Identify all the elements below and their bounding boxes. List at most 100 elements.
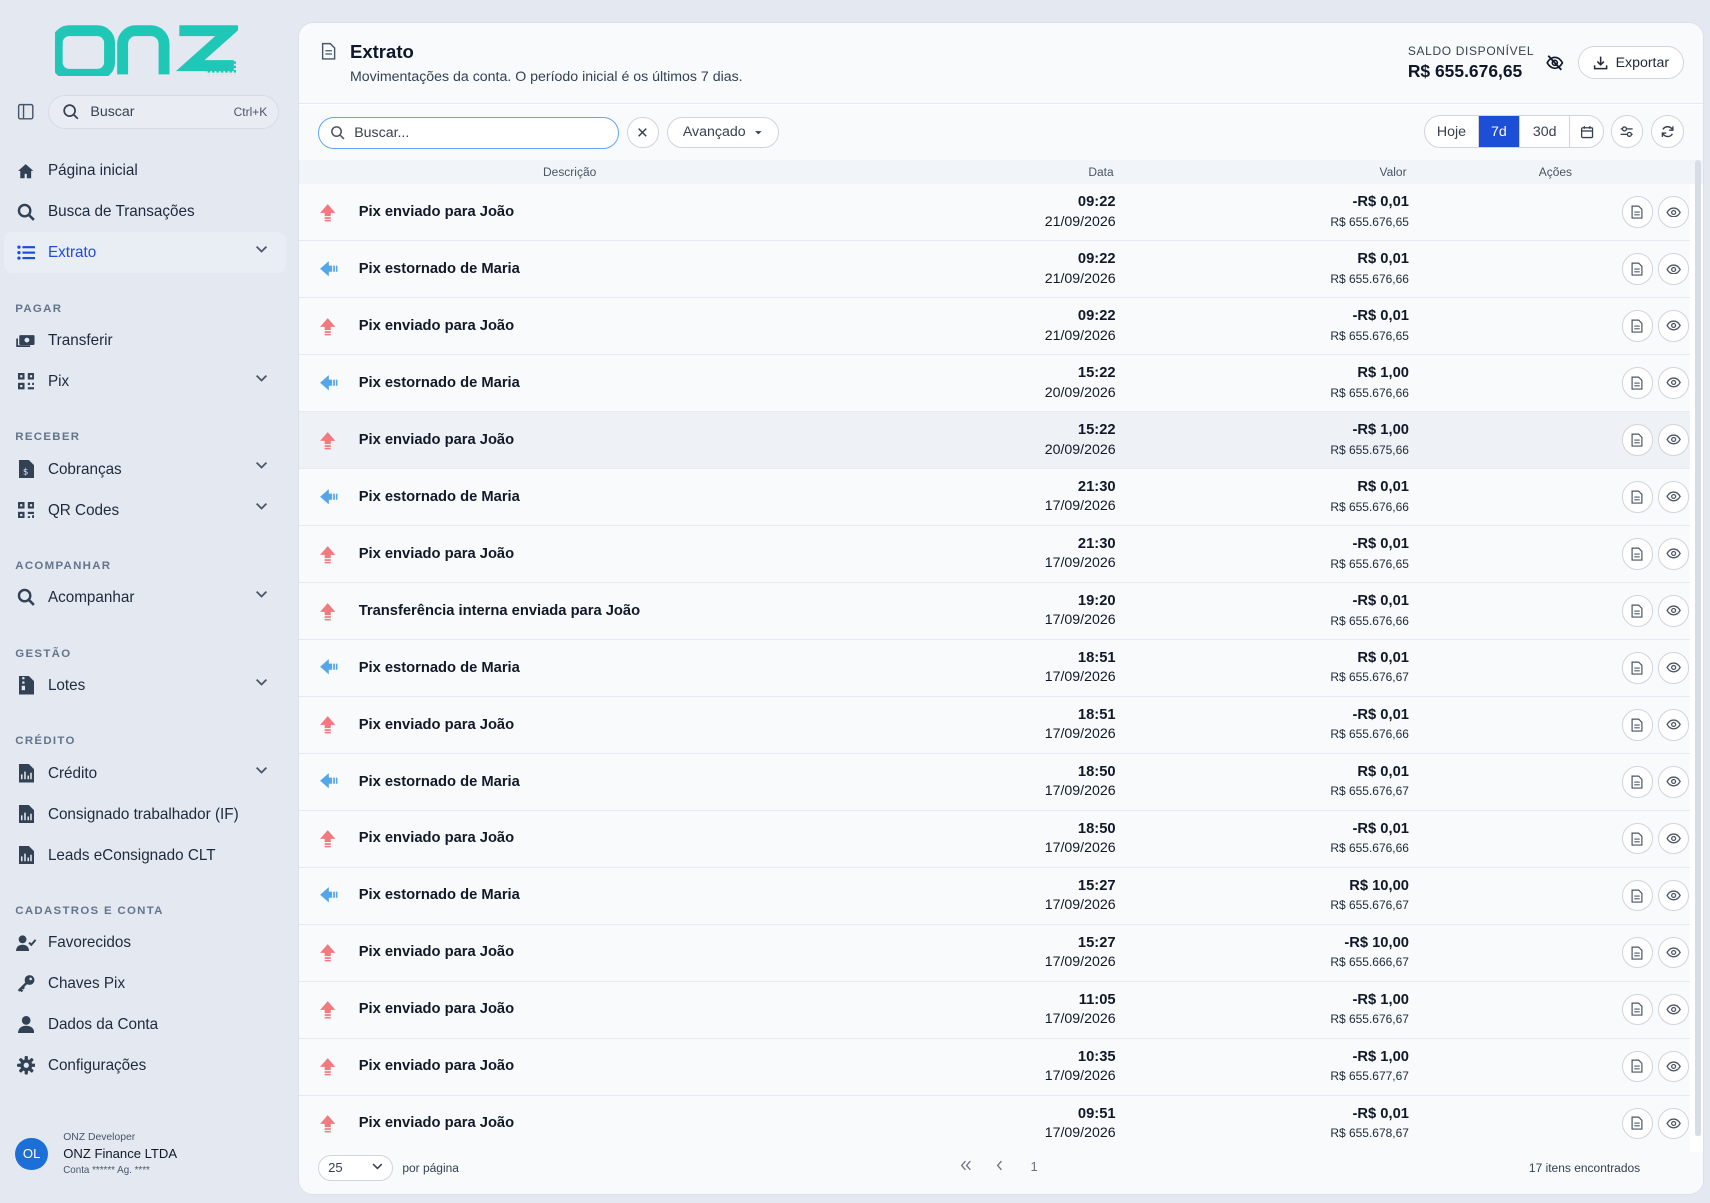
receipt-icon[interactable]: [1621, 1107, 1654, 1140]
period-7d[interactable]: 7d: [1478, 116, 1521, 148]
clear-search-button[interactable]: [626, 116, 659, 149]
receipt-icon[interactable]: [1621, 253, 1654, 285]
view-icon[interactable]: [1657, 822, 1690, 855]
view-icon[interactable]: [1657, 651, 1690, 684]
chevron-down-icon[interactable]: [255, 502, 270, 517]
receipt-icon[interactable]: [1621, 538, 1654, 570]
table-row[interactable]: Pix estornado de Maria 15:22 20/09/2026 R$ …: [298, 355, 1691, 413]
receipt-icon[interactable]: [1621, 822, 1654, 855]
view-icon[interactable]: [1657, 367, 1690, 399]
view-icon[interactable]: [1657, 993, 1690, 1026]
advanced-filter-button[interactable]: Avançado: [667, 116, 779, 149]
sidebar-item-transferir[interactable]: Transferir: [4, 320, 285, 361]
receipt-icon[interactable]: [1621, 481, 1654, 513]
table-header: Descrição Data Valor Ações: [298, 160, 1703, 185]
receipt-icon[interactable]: [1621, 708, 1654, 741]
sidebar-item-consignado-trabalhador-if[interactable]: Consignado trabalhador (IF): [4, 794, 285, 835]
view-icon[interactable]: [1657, 594, 1690, 627]
eye-off-icon[interactable]: [1545, 53, 1565, 73]
table-row[interactable]: Pix enviado para João 18:50 17/09/2026 -R$ …: [298, 810, 1691, 868]
table-row[interactable]: Pix enviado para João 11:05 17/09/2026 -R$ …: [298, 981, 1691, 1039]
chevron-down-icon[interactable]: [255, 766, 270, 781]
receipt-icon[interactable]: [1621, 879, 1654, 912]
receipt-icon[interactable]: [1621, 993, 1654, 1026]
receipt-icon[interactable]: [1621, 310, 1654, 342]
table-row[interactable]: Pix enviado para João 18:51 17/09/2026 -R$ …: [298, 696, 1691, 754]
table-row[interactable]: Pix enviado para João 09:51 17/09/2026 -R$ …: [298, 1095, 1691, 1153]
sidebar-item-configuracoes[interactable]: Configurações: [4, 1045, 285, 1086]
receipt-icon[interactable]: [1621, 651, 1654, 684]
view-icon[interactable]: [1657, 1107, 1690, 1140]
table-row[interactable]: Pix enviado para João 09:22 21/09/2026 -R$ …: [298, 184, 1691, 242]
sidebar-item-pix[interactable]: Pix: [4, 361, 285, 402]
table-row[interactable]: Pix enviado para João 21:30 17/09/2026 -R$ …: [298, 526, 1691, 583]
chevron-down-icon[interactable]: [255, 374, 270, 389]
calendar-button[interactable]: [1570, 116, 1603, 147]
sidebar-item-favorecidos[interactable]: Favorecidos: [4, 922, 285, 963]
table-row[interactable]: Pix estornado de Maria 18:51 17/09/2026 R$ …: [298, 639, 1691, 697]
sidebar-item-pagina-inicial[interactable]: Página inicial: [4, 151, 285, 192]
table-row[interactable]: Transferência interna enviada para João 1…: [298, 582, 1691, 640]
receipt-icon[interactable]: [1621, 424, 1654, 456]
view-icon[interactable]: [1657, 708, 1690, 741]
view-icon[interactable]: [1657, 765, 1690, 798]
table-scrollbar[interactable]: [1694, 160, 1702, 1137]
sidebar-item-cobrancas[interactable]: $ Cobranças: [4, 449, 285, 490]
period-30d[interactable]: 30d: [1520, 116, 1571, 148]
sidebar-item-acompanhar[interactable]: Acompanhar: [4, 577, 285, 618]
column-value[interactable]: Valor: [1380, 165, 1407, 179]
view-icon[interactable]: [1657, 481, 1690, 513]
sidebar-item-credito[interactable]: Crédito: [4, 753, 285, 794]
filter-settings-button[interactable]: [1610, 115, 1644, 149]
column-description[interactable]: Descrição: [543, 165, 596, 179]
receipt-icon[interactable]: [1621, 1050, 1654, 1083]
chevron-down-icon[interactable]: [255, 461, 270, 476]
receipt-icon[interactable]: [1621, 936, 1654, 969]
current-page[interactable]: 1: [1031, 1159, 1038, 1174]
user-profile[interactable]: OL ONZ Developer ONZ Finance LTDA Conta …: [15, 1130, 177, 1178]
table-row[interactable]: Pix estornado de Maria 21:30 17/09/2026 R$ …: [298, 469, 1691, 527]
receipt-icon[interactable]: [1621, 594, 1654, 627]
page-size-select[interactable]: 25: [318, 1154, 393, 1181]
chevron-down-icon[interactable]: [255, 678, 270, 693]
view-icon[interactable]: [1657, 310, 1690, 342]
view-icon[interactable]: [1657, 196, 1690, 228]
first-page-icon[interactable]: [960, 1160, 972, 1171]
table-row[interactable]: Pix enviado para João 10:35 17/09/2026 -R$ …: [298, 1038, 1691, 1096]
prev-page-icon[interactable]: [996, 1160, 1004, 1171]
table-row[interactable]: Pix estornado de Maria 15:27 17/09/2026 R$ …: [298, 867, 1691, 925]
receipt-icon[interactable]: [1621, 196, 1654, 228]
view-icon[interactable]: [1657, 424, 1690, 456]
chevron-down-icon[interactable]: [255, 590, 270, 605]
sidebar-item-extrato[interactable]: Extrato: [4, 232, 286, 274]
period-today[interactable]: Hoje: [1425, 116, 1479, 148]
sidebar-item-chaves-pix[interactable]: Chaves Pix: [4, 963, 285, 1004]
view-icon[interactable]: [1657, 253, 1690, 285]
view-icon[interactable]: [1657, 538, 1690, 570]
search-input[interactable]: Buscar...: [318, 116, 620, 150]
sidebar-search[interactable]: Buscar Ctrl+K: [47, 94, 280, 129]
sidebar-item-dados-da-conta[interactable]: Dados da Conta: [4, 1004, 285, 1045]
column-date[interactable]: Data: [1088, 165, 1113, 179]
table-row[interactable]: Pix estornado de Maria 18:50 17/09/2026 R$ …: [298, 753, 1691, 811]
refresh-button[interactable]: [1651, 115, 1684, 149]
receipt-icon[interactable]: [1621, 765, 1654, 798]
table-row[interactable]: Pix enviado para João 15:22 20/09/2026 -R$ …: [298, 412, 1691, 470]
table-row[interactable]: Pix estornado de Maria 09:22 21/09/2026 R$ …: [298, 241, 1691, 299]
export-button[interactable]: Exportar: [1577, 45, 1684, 80]
receipt-icon[interactable]: [1621, 367, 1654, 399]
onz-logo[interactable]: [54, 22, 238, 77]
sidebar-toggle-icon[interactable]: [17, 103, 39, 123]
view-icon[interactable]: [1657, 879, 1690, 912]
transaction-date: 17/09/2026: [1044, 1125, 1116, 1142]
table-row[interactable]: Pix enviado para João 09:22 21/09/2026 -R$ …: [298, 298, 1691, 356]
chevron-down-icon[interactable]: [255, 245, 270, 260]
view-icon[interactable]: [1657, 936, 1690, 969]
sidebar-item-qr-codes[interactable]: QR Codes: [4, 490, 285, 531]
scrollbar-thumb[interactable]: [1694, 160, 1702, 1137]
sidebar-item-busca-de-transacoes[interactable]: Busca de Transações: [4, 191, 285, 232]
view-icon[interactable]: [1657, 1050, 1690, 1083]
sidebar-item-leads-econsignado-clt[interactable]: Leads eConsignado CLT: [4, 835, 285, 876]
sidebar-item-lotes[interactable]: Lotes: [4, 665, 285, 706]
table-row[interactable]: Pix enviado para João 15:27 17/09/2026 -R$ …: [298, 924, 1691, 982]
